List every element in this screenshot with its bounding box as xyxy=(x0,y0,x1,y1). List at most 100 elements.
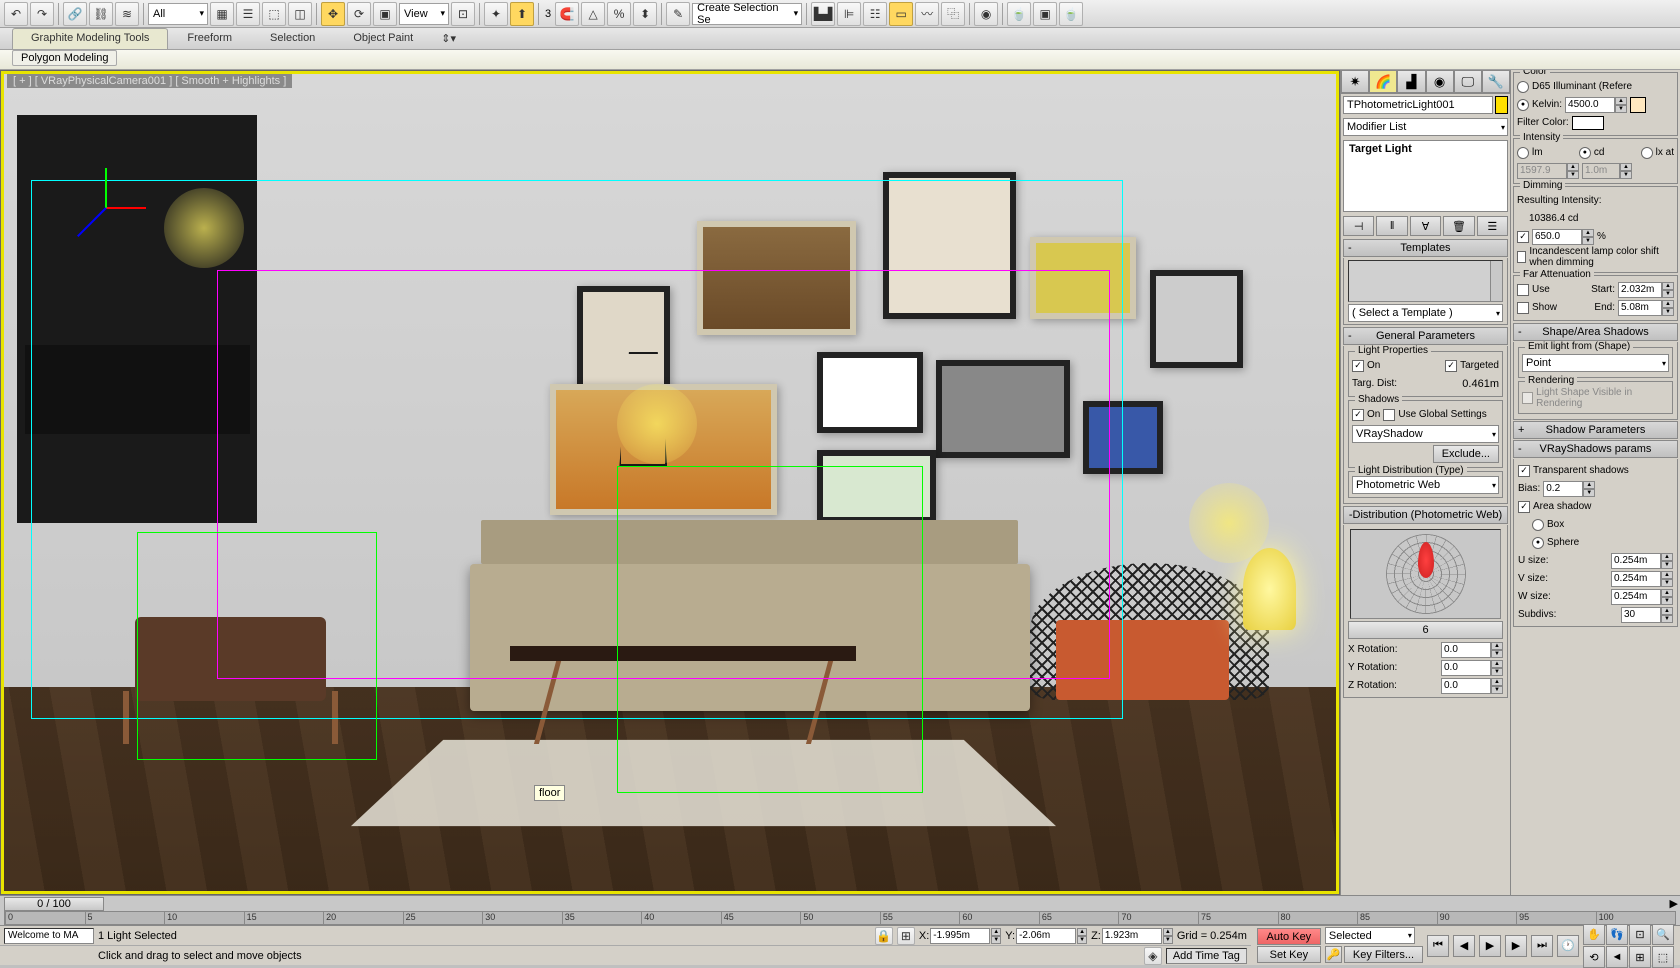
rollout-vray-shadows[interactable]: VRayShadows params xyxy=(1513,440,1678,458)
transp-shadows-checkbox[interactable] xyxy=(1518,465,1530,477)
spin-down-icon[interactable]: ▼ xyxy=(1163,936,1173,944)
atten-end-spinner[interactable]: ▲▼ xyxy=(1618,300,1674,316)
cd-radio[interactable] xyxy=(1579,147,1591,159)
atten-use-checkbox[interactable] xyxy=(1517,284,1529,296)
tab-selection[interactable]: Selection xyxy=(251,28,334,49)
box-radio[interactable] xyxy=(1532,519,1544,531)
tab-object-paint[interactable]: Object Paint xyxy=(334,28,432,49)
spinner-snap-button[interactable]: ⬍ xyxy=(633,2,657,26)
spin-down-icon[interactable]: ▼ xyxy=(991,936,1001,944)
kelvin-radio[interactable] xyxy=(1517,99,1529,111)
spin-down-icon[interactable]: ▼ xyxy=(1662,308,1674,316)
select-object-button[interactable]: ▦ xyxy=(210,2,234,26)
material-editor-button[interactable]: ◉ xyxy=(974,2,998,26)
display-tab-icon[interactable]: 🖵 xyxy=(1454,70,1482,93)
spin-up-icon[interactable]: ▲ xyxy=(1661,607,1673,615)
spin-up-icon[interactable]: ▲ xyxy=(1491,642,1503,650)
area-shadow-checkbox[interactable] xyxy=(1518,501,1530,513)
curve-editor-button[interactable]: 〰 xyxy=(915,2,939,26)
gizmo-z-axis[interactable] xyxy=(77,207,107,237)
spin-down-icon[interactable]: ▼ xyxy=(1567,171,1579,179)
modifier-list-dropdown[interactable]: Modifier List xyxy=(1343,118,1508,136)
motion-tab-icon[interactable]: ◉ xyxy=(1426,70,1454,93)
angle-snap-button[interactable]: △ xyxy=(581,2,605,26)
object-color-swatch[interactable] xyxy=(1495,96,1508,114)
targeted-checkbox[interactable] xyxy=(1445,360,1457,372)
bind-button[interactable]: ≋ xyxy=(115,2,139,26)
keyboard-shortcut-button[interactable]: ⬆ xyxy=(510,2,534,26)
xrot-input[interactable] xyxy=(1441,642,1491,658)
vsize-input[interactable] xyxy=(1611,571,1661,587)
d65-radio[interactable] xyxy=(1517,81,1529,93)
light-shape-visible-checkbox[interactable] xyxy=(1522,392,1533,404)
zoom-button[interactable]: 🔍 xyxy=(1652,923,1674,945)
stack-item[interactable]: Target Light xyxy=(1345,142,1506,156)
kelvin-input[interactable] xyxy=(1565,97,1615,113)
lm-radio[interactable] xyxy=(1517,147,1529,159)
spin-up-icon[interactable]: ▲ xyxy=(1620,163,1632,171)
ribbon-toggle-button[interactable]: ▭ xyxy=(889,2,913,26)
xrot-spinner[interactable]: ▲▼ xyxy=(1441,642,1503,658)
atten-show-checkbox[interactable] xyxy=(1517,302,1529,314)
gizmo-x-axis[interactable] xyxy=(106,207,146,209)
autokey-button[interactable]: Auto Key xyxy=(1257,928,1321,945)
intensity-dist-spinner[interactable]: ▲▼ xyxy=(1582,163,1632,179)
mirror-button[interactable]: ▙▟ xyxy=(811,2,835,26)
subdivs-spinner[interactable]: ▲▼ xyxy=(1621,607,1673,623)
selection-filter-dropdown[interactable]: All xyxy=(148,3,208,25)
usize-input[interactable] xyxy=(1611,553,1661,569)
setkey-button[interactable]: Set Key xyxy=(1257,946,1321,963)
edit-named-sel-button[interactable]: ✎ xyxy=(666,2,690,26)
filter-color-swatch[interactable] xyxy=(1572,116,1604,130)
isolate-icon[interactable]: ◈ xyxy=(1144,947,1162,965)
undo-button[interactable]: ↶ xyxy=(4,2,28,26)
select-by-name-button[interactable]: ☰ xyxy=(236,2,260,26)
named-sel-set-dropdown[interactable]: Create Selection Se xyxy=(692,3,802,25)
window-crossing-button[interactable]: ◫ xyxy=(288,2,312,26)
object-name-input[interactable] xyxy=(1343,96,1493,114)
spin-down-icon[interactable]: ▼ xyxy=(1662,290,1674,298)
kelvin-color-swatch[interactable] xyxy=(1630,97,1646,113)
layer-manager-button[interactable]: ☷ xyxy=(863,2,887,26)
sphere-radio[interactable] xyxy=(1532,537,1544,549)
atten-start-spinner[interactable]: ▲▼ xyxy=(1618,282,1674,298)
tab-freeform[interactable]: Freeform xyxy=(168,28,251,49)
play-button[interactable]: ▶ xyxy=(1479,935,1501,957)
ref-coord-dropdown[interactable]: View xyxy=(399,3,449,25)
viewport[interactable]: floor [ + ] [ VRayPhysicalCamera001 ] [ … xyxy=(0,70,1340,895)
maxscript-listener[interactable] xyxy=(4,928,94,944)
light-dist-dropdown[interactable]: Photometric Web xyxy=(1352,476,1499,494)
spin-up-icon[interactable]: ▲ xyxy=(1491,678,1503,686)
spin-down-icon[interactable]: ▼ xyxy=(1491,686,1503,694)
spin-down-icon[interactable]: ▼ xyxy=(1077,936,1087,944)
wsize-spinner[interactable]: ▲▼ xyxy=(1611,589,1673,605)
spin-down-icon[interactable]: ▼ xyxy=(1661,597,1673,605)
unlink-button[interactable]: ⛓ xyxy=(89,2,113,26)
select-rotate-button[interactable]: ⟳ xyxy=(347,2,371,26)
snap-toggle-button[interactable]: 🧲 xyxy=(555,2,579,26)
spin-up-icon[interactable]: ▲ xyxy=(1661,589,1673,597)
shadow-type-dropdown[interactable]: VRayShadow xyxy=(1352,425,1499,443)
spin-down-icon[interactable]: ▼ xyxy=(1583,489,1595,497)
render-setup-button[interactable]: 🍵 xyxy=(1007,2,1031,26)
percent-snap-button[interactable]: % xyxy=(607,2,631,26)
create-tab-icon[interactable]: ✷ xyxy=(1341,70,1369,93)
link-button[interactable]: 🔗 xyxy=(63,2,87,26)
ribbon-sub-label[interactable]: Polygon Modeling xyxy=(12,50,117,66)
spin-down-icon[interactable]: ▼ xyxy=(1620,171,1632,179)
pan-view-button[interactable]: ✋ xyxy=(1583,923,1605,945)
dim-pct-input[interactable] xyxy=(1532,229,1582,245)
dim-pct-spinner[interactable]: ▲▼ xyxy=(1532,229,1594,245)
intensity-input[interactable] xyxy=(1517,163,1567,179)
pin-stack-button[interactable]: ⊣ xyxy=(1343,216,1374,236)
coord-z-input[interactable] xyxy=(1102,928,1162,944)
spin-up-icon[interactable]: ▲ xyxy=(1582,229,1594,237)
spin-down-icon[interactable]: ▼ xyxy=(1615,105,1627,113)
time-ruler[interactable]: 0510152025303540455055606570758085909510… xyxy=(4,911,1676,925)
align-button[interactable]: ⊫ xyxy=(837,2,861,26)
prev-frame-button[interactable]: ◀ xyxy=(1453,935,1475,957)
spin-up-icon[interactable]: ▲ xyxy=(1163,928,1173,936)
spin-up-icon[interactable]: ▲ xyxy=(1583,481,1595,489)
time-slider[interactable]: 0 / 100 xyxy=(4,897,104,911)
key-filters-button[interactable]: Key Filters... xyxy=(1344,946,1423,963)
